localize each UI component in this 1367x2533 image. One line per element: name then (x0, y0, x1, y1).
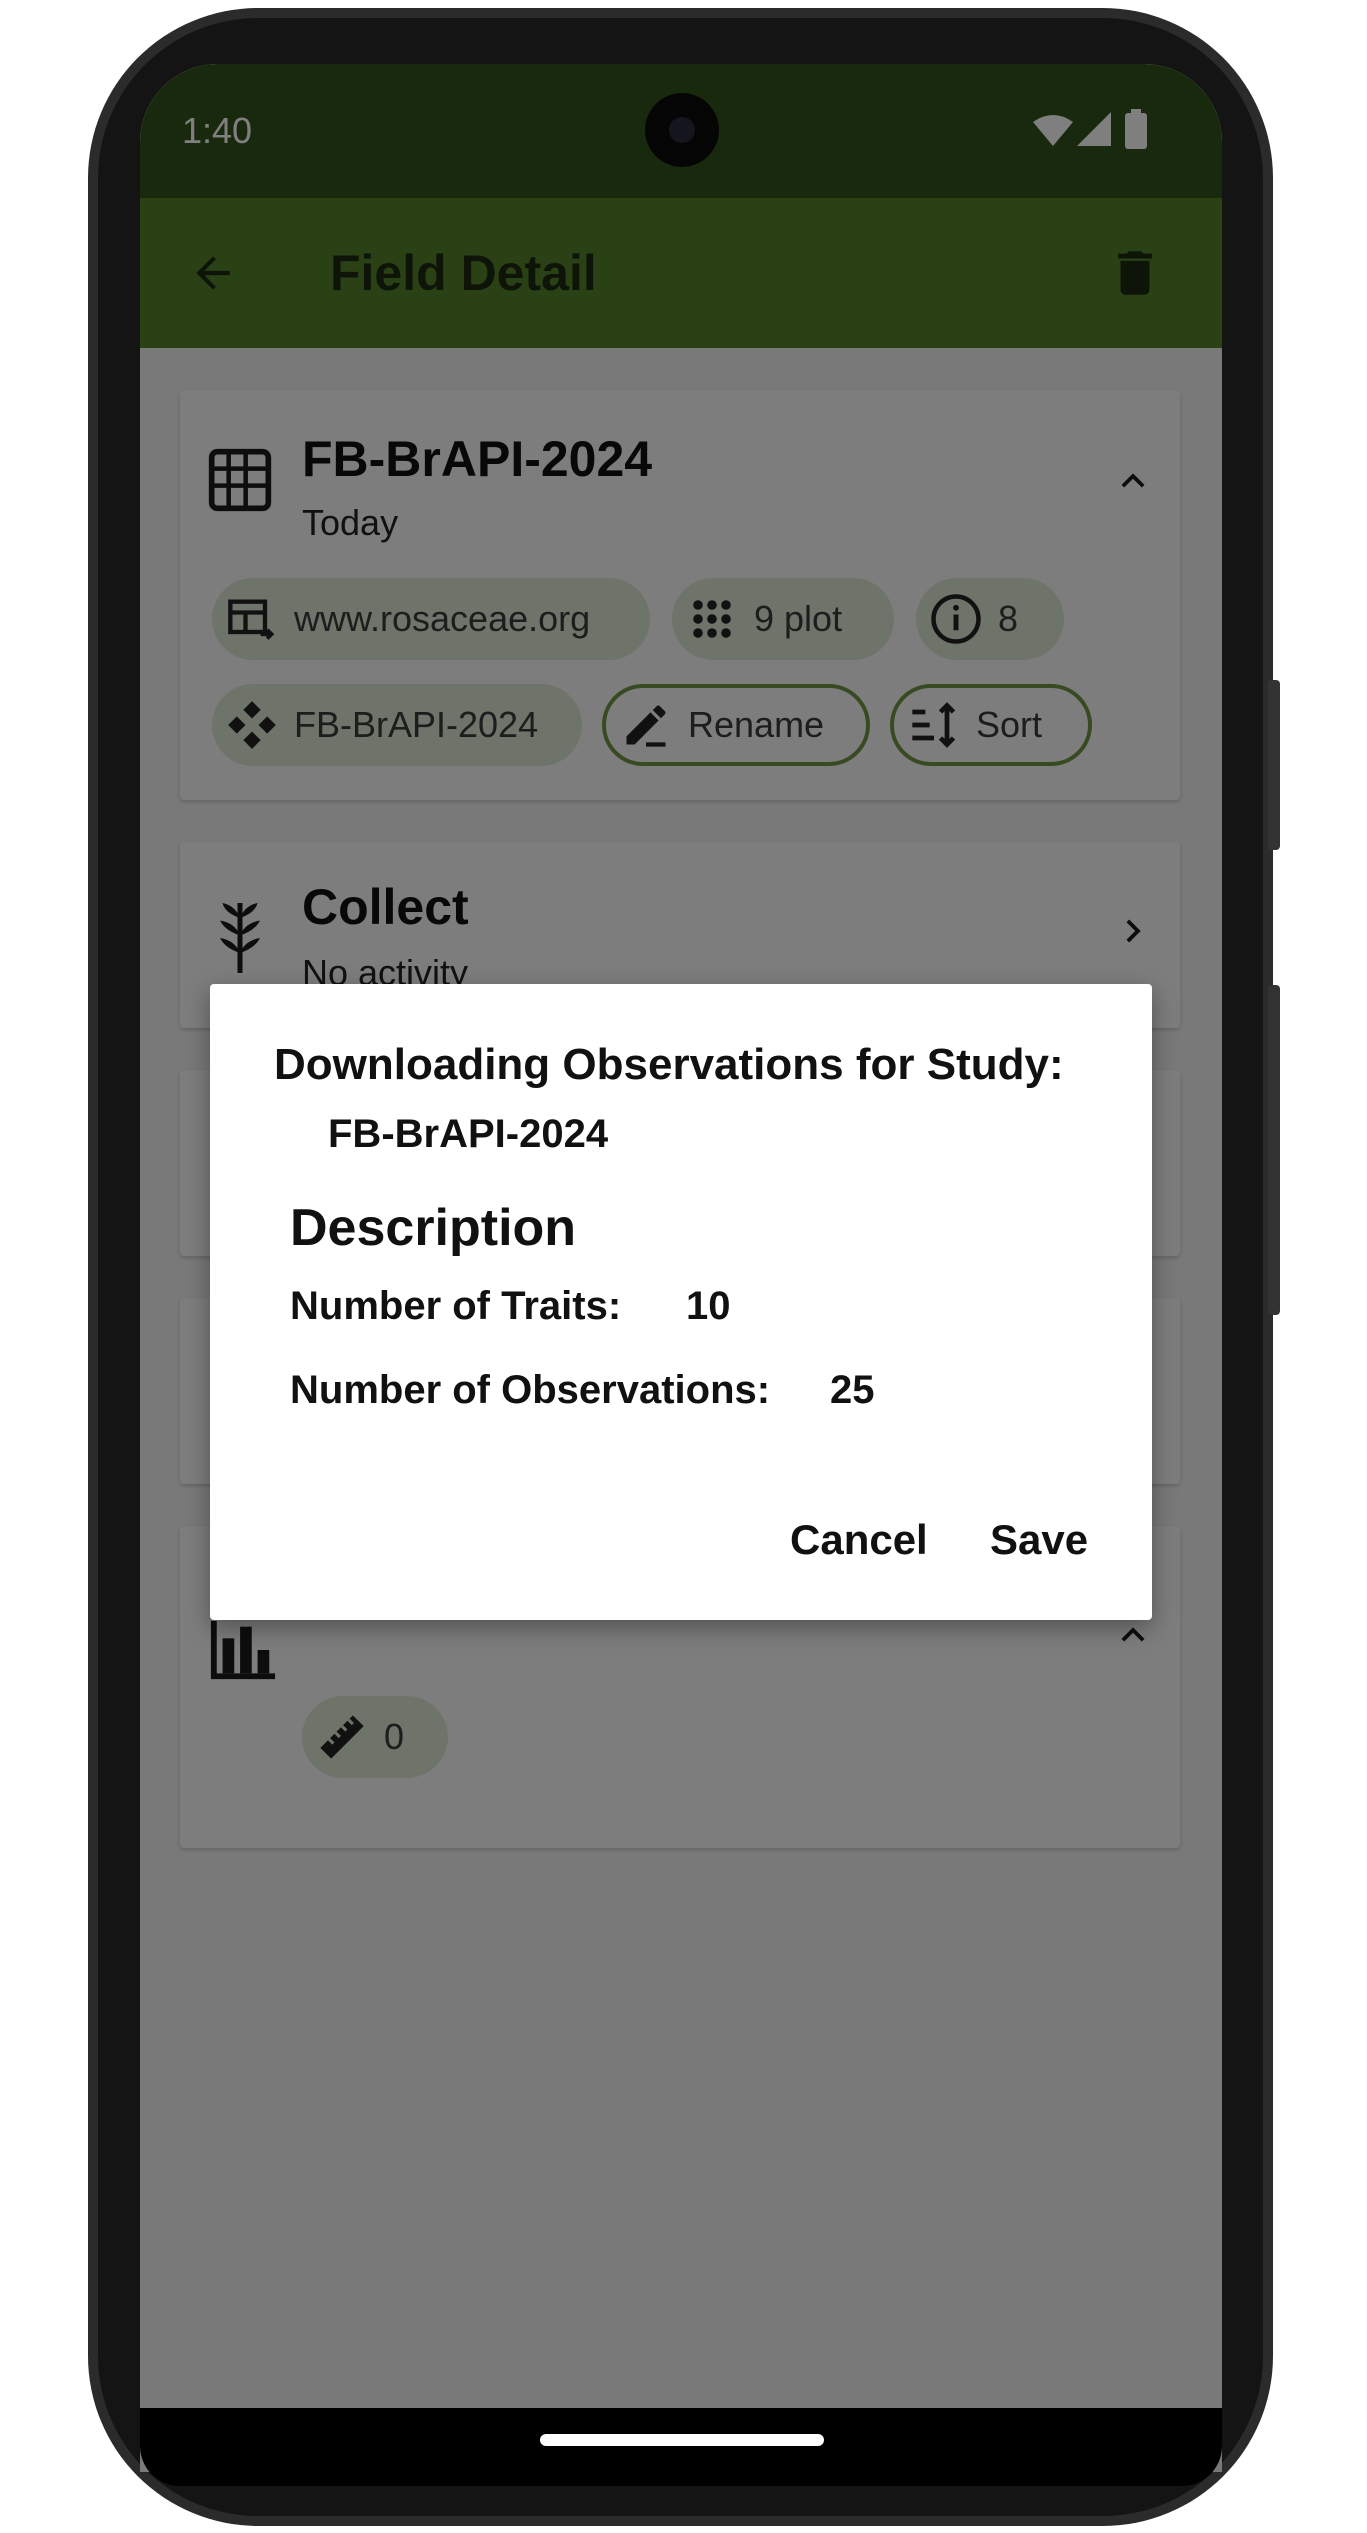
screen: 1:40 Field Detail (140, 64, 1222, 2472)
home-gesture-handle[interactable] (540, 2434, 824, 2446)
dialog-study-name: FB-BrAPI-2024 (328, 1112, 609, 1156)
save-button[interactable]: Save (990, 1516, 1088, 1564)
traits-value: 10 (686, 1284, 731, 1328)
download-observations-dialog: Downloading Observations for Study: FB-B… (210, 984, 1152, 1620)
dialog-title: Downloading Observations for Study: (274, 1040, 1064, 1089)
navigation-bar (140, 2408, 1222, 2486)
traits-label: Number of Traits: (290, 1284, 622, 1328)
observations-label: Number of Observations: (290, 1368, 771, 1412)
dialog-section-heading: Description (290, 1199, 577, 1257)
observations-value: 25 (830, 1368, 875, 1412)
cancel-button[interactable]: Cancel (790, 1516, 928, 1564)
volume-button (1268, 680, 1280, 850)
power-button (1268, 985, 1280, 1315)
